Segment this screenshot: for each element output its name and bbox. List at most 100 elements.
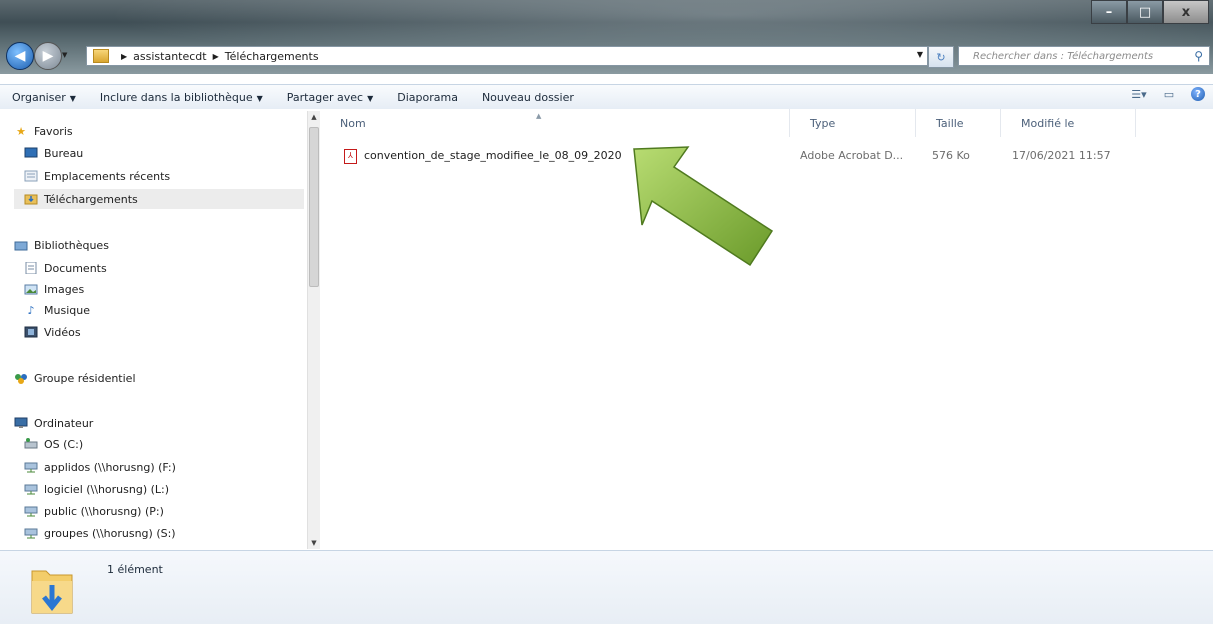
- details-pane: 1 élément: [0, 550, 1213, 624]
- file-modified: 17/06/2021 11:57: [1012, 149, 1111, 162]
- nav-item-downloads[interactable]: Téléchargements: [14, 189, 304, 209]
- refresh-icon: ↻: [936, 50, 946, 64]
- include-label: Inclure dans la bibliothèque: [99, 90, 253, 104]
- network-drive-icon: [24, 527, 38, 540]
- nav-libraries-label: Bibliothèques: [34, 238, 109, 252]
- search-input[interactable]: Rechercher dans : Téléchargements ⚲: [958, 46, 1210, 66]
- nav-item-drive-f[interactable]: applidos (\\horusng) (F:): [24, 457, 176, 477]
- view-options-icon[interactable]: ☰▾: [1131, 87, 1147, 101]
- network-drive-icon: [24, 505, 38, 518]
- organize-menu[interactable]: Organiser ▼: [0, 91, 88, 104]
- scrollbar-thumb[interactable]: [309, 127, 319, 287]
- breadcrumb-user[interactable]: assistantecdt: [133, 50, 206, 63]
- nav-item-desktop[interactable]: Bureau: [24, 143, 83, 163]
- forward-button[interactable]: ▶: [34, 42, 62, 70]
- window-controls: – □ x: [1091, 0, 1209, 24]
- scroll-up-icon[interactable]: ▲: [309, 113, 319, 121]
- arrow-right-icon: ▶: [42, 48, 54, 64]
- file-list-pane: Nom ▲ Type Taille Modifié le ⅄ conventio…: [320, 109, 1213, 550]
- chevron-down-icon: ▼: [69, 93, 76, 103]
- nav-item-label: applidos (\\horusng) (F:): [44, 460, 176, 474]
- nav-computer-label: Ordinateur: [34, 416, 94, 430]
- back-button[interactable]: ◀: [6, 42, 34, 70]
- column-name-label: Nom: [340, 116, 366, 130]
- address-bar[interactable]: ▶ assistantecdt ▶ Téléchargements ▼: [86, 46, 928, 66]
- nav-item-label: Téléchargements: [44, 192, 138, 206]
- nav-item-music[interactable]: ♪ Musique: [24, 300, 90, 320]
- item-count: 1 élément: [107, 563, 163, 576]
- nav-item-recent-places[interactable]: Emplacements récents: [24, 166, 170, 186]
- slideshow-button[interactable]: Diaporama: [385, 91, 470, 104]
- sort-up-icon: ▲: [536, 112, 542, 120]
- folder-icon: [93, 49, 109, 63]
- pointer-arrow-annotation: [633, 146, 774, 267]
- nav-scrollbar[interactable]: ▲ ▼: [307, 111, 320, 549]
- column-type-label: Type: [810, 116, 836, 130]
- navigation-pane: ★ Favoris Bureau Emplacements récents Té…: [0, 109, 320, 550]
- new-folder-button[interactable]: Nouveau dossier: [470, 91, 586, 104]
- nav-item-documents[interactable]: Documents: [24, 258, 107, 278]
- refresh-button[interactable]: ↻: [928, 46, 954, 68]
- computer-icon: [14, 417, 28, 430]
- documents-icon: [24, 262, 38, 275]
- file-size: 576 Ko: [932, 149, 970, 162]
- file-type: Adobe Acrobat D...: [800, 149, 904, 162]
- nav-item-label: Images: [44, 282, 85, 296]
- recent-pages-dropdown[interactable]: ▼: [62, 51, 67, 59]
- column-header-type[interactable]: Type: [790, 109, 916, 137]
- nav-item-drive-c[interactable]: OS (C:): [24, 434, 83, 454]
- nav-item-videos[interactable]: Vidéos: [24, 322, 81, 342]
- preview-pane-icon[interactable]: ▭: [1161, 87, 1177, 101]
- help-icon[interactable]: ?: [1191, 87, 1205, 101]
- nav-item-label: groupes (\\horusng) (S:): [44, 526, 176, 540]
- command-toolbar: Organiser ▼ Inclure dans la bibliothèque ▼…: [0, 84, 1213, 110]
- nav-item-label: Vidéos: [44, 325, 81, 339]
- chevron-right-icon[interactable]: ▶: [213, 52, 219, 61]
- nav-item-drive-p[interactable]: public (\\horusng) (P:): [24, 501, 164, 521]
- arrow-left-icon: ◀: [14, 48, 26, 64]
- nav-item-drive-s[interactable]: groupes (\\horusng) (S:): [24, 523, 176, 543]
- green-arrow-shape: [633, 146, 774, 267]
- chevron-down-icon: ▼: [256, 93, 263, 103]
- share-with-menu[interactable]: Partager avec ▼: [275, 91, 385, 104]
- downloads-folder-icon: [31, 570, 73, 614]
- downloads-folder-icon: [24, 193, 38, 206]
- network-drive-icon: [24, 483, 38, 496]
- breadcrumb-downloads[interactable]: Téléchargements: [225, 50, 319, 63]
- nav-favorites[interactable]: ★ Favoris: [14, 121, 73, 141]
- nav-homegroup[interactable]: Groupe résidentiel: [14, 368, 136, 388]
- nav-item-label: OS (C:): [44, 437, 84, 451]
- nav-libraries[interactable]: Bibliothèques: [14, 235, 109, 255]
- minimize-button[interactable]: –: [1091, 0, 1127, 24]
- chevron-down-icon: ▼: [367, 93, 374, 103]
- toolbar-right-group: ☰▾ ▭ ?: [1131, 87, 1205, 101]
- window-title-bar: – □ x ◀ ▶ ▼ ▶ assistantecdt ▶ Télécharge…: [0, 0, 1213, 74]
- scroll-down-icon[interactable]: ▼: [309, 539, 319, 547]
- nav-item-label: public (\\horusng) (P:): [44, 504, 164, 518]
- share-label: Partager avec: [286, 90, 364, 104]
- nav-item-drive-l[interactable]: logiciel (\\horusng) (L:): [24, 479, 169, 499]
- file-name[interactable]: convention_de_stage_modifiee_le_08_09_20…: [364, 149, 622, 162]
- recent-places-icon: [24, 170, 38, 183]
- music-note-icon: ♪: [27, 303, 35, 317]
- search-placeholder: Rechercher dans : Téléchargements: [973, 50, 1154, 62]
- nav-item-images[interactable]: Images: [24, 279, 84, 299]
- nav-item-label: Musique: [44, 303, 90, 317]
- libraries-icon: [14, 239, 28, 252]
- nav-computer[interactable]: Ordinateur: [14, 413, 93, 433]
- include-in-library-menu[interactable]: Inclure dans la bibliothèque ▼: [88, 91, 275, 104]
- videos-icon: [24, 326, 38, 339]
- search-icon[interactable]: ⚲: [1194, 49, 1203, 63]
- nav-homegroup-label: Groupe résidentiel: [34, 371, 136, 385]
- column-size-label: Taille: [936, 116, 964, 130]
- close-button[interactable]: x: [1163, 0, 1209, 24]
- column-header-modified[interactable]: Modifié le: [1001, 109, 1136, 137]
- column-header-size[interactable]: Taille: [916, 109, 1001, 137]
- maximize-button[interactable]: □: [1127, 0, 1163, 24]
- network-drive-icon: [24, 461, 38, 474]
- chevron-down-icon[interactable]: ▼: [917, 50, 923, 59]
- column-header-name[interactable]: Nom ▲: [320, 109, 790, 137]
- desktop-icon: [24, 147, 38, 160]
- chevron-right-icon[interactable]: ▶: [121, 52, 127, 61]
- star-icon: ★: [16, 124, 26, 138]
